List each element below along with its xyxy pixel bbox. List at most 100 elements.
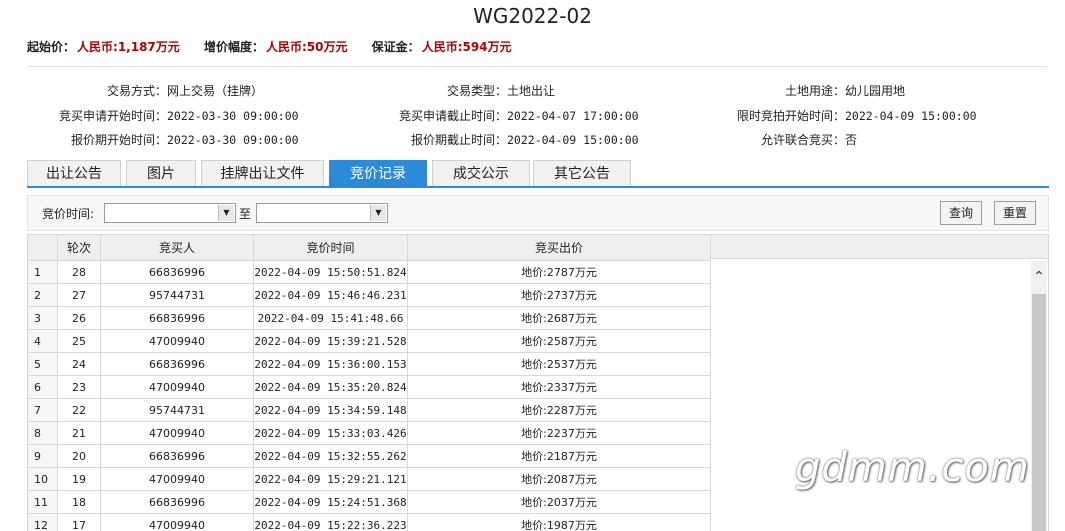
time-cell: 2022-04-09 15:33:03.426 [254,422,408,445]
time-cell: 2022-04-09 15:36:00.153 [254,353,408,376]
info-key: 竞买申请截止时间： [367,107,507,124]
price-cell: 地价:2687万元 [408,307,711,330]
round-cell: 21 [58,422,101,445]
tab-announcement[interactable]: 出让公告 [27,160,121,187]
info-key: 报价期截止时间： [367,131,507,148]
tab-bid-records[interactable]: 竞价记录 [329,160,427,187]
info-item: 土地用途：幼儿园用地 [705,82,905,99]
header-filler [698,235,1048,259]
info-value: 2022-04-09 15:00:00 [845,109,977,123]
table-row: 524668369962022-04-09 15:36:00.153地价:253… [28,353,711,376]
watermark: gdmm.com [795,445,1030,491]
info-value: 2022-04-07 17:00:00 [507,109,639,123]
info-item: 交易方式：网上交易（挂牌） [27,82,263,99]
time-cell: 2022-04-09 15:41:48.66 [254,307,408,330]
table-row: 920668369962022-04-09 15:32:55.262地价:218… [28,445,711,468]
row-index: 10 [28,468,58,491]
table-row: 623470099402022-04-09 15:35:20.824地价:233… [28,376,711,399]
increment-label: 增价幅度： [204,40,264,54]
info-value: 土地出让 [507,84,555,98]
table-row: 128668369962022-04-09 15:50:51.824地价:278… [28,261,711,284]
bidder-cell: 66836996 [101,353,254,376]
price-cell: 地价:2287万元 [408,399,711,422]
row-index: 2 [28,284,58,307]
deposit-value: 人民币:594万元 [422,40,512,54]
info-value: 2022-04-09 15:00:00 [507,133,639,147]
info-key: 土地用途： [705,82,845,99]
tab-images[interactable]: 图片 [126,160,196,187]
time-cell: 2022-04-09 15:24:51.368 [254,491,408,514]
chevron-down-icon[interactable]: ▼ [218,205,234,221]
table-row: 821470099402022-04-09 15:33:03.426地价:223… [28,422,711,445]
price-cell: 地价:2587万元 [408,330,711,353]
price-bar: 起始价：人民币:1,187万元 增价幅度：人民币:50万元 保证金：人民币:59… [27,38,532,55]
info-item: 报价期截止时间：2022-04-09 15:00:00 [367,131,639,148]
tab-listing-files[interactable]: 挂牌出让文件 [201,160,324,187]
bidder-cell: 47009940 [101,422,254,445]
row-index: 8 [28,422,58,445]
round-cell: 25 [58,330,101,353]
info-key: 限时竞拍开始时间： [705,107,845,124]
price-cell: 地价:2787万元 [408,261,711,284]
tab-deal-notice[interactable]: 成交公示 [432,160,530,187]
table-row: 425470099402022-04-09 15:39:21.528地价:258… [28,330,711,353]
reset-button[interactable]: 重置 [994,201,1036,225]
row-index: 9 [28,445,58,468]
page-title: WG2022-02 [0,4,1065,28]
end-time-select[interactable]: ▼ [256,203,388,223]
info-key: 竞买申请开始时间： [27,107,167,124]
round-cell: 26 [58,307,101,330]
start-time-select[interactable]: ▼ [104,203,236,223]
info-key: 交易方式： [27,82,167,99]
price-cell: 地价:2037万元 [408,491,711,514]
col-index-header [28,235,58,261]
row-index: 4 [28,330,58,353]
col-round-header: 轮次 [58,235,101,261]
time-cell: 2022-04-09 15:50:51.824 [254,261,408,284]
table-row: 722957447312022-04-09 15:34:59.148地价:228… [28,399,711,422]
increment-value: 人民币:50万元 [266,40,348,54]
price-cell: 地价:2337万元 [408,376,711,399]
to-label: 至 [239,205,251,222]
round-cell: 20 [58,445,101,468]
price-cell: 地价:1987万元 [408,514,711,531]
col-time-header: 竞价时间 [254,235,408,261]
info-key: 报价期开始时间： [27,131,167,148]
info-value: 否 [845,133,857,147]
info-value: 2022-03-30 09:00:00 [167,133,299,147]
price-cell: 地价:2087万元 [408,468,711,491]
info-item: 竞买申请开始时间：2022-03-30 09:00:00 [27,107,299,124]
bidder-cell: 47009940 [101,330,254,353]
vertical-scrollbar[interactable]: ⌃ [1031,261,1047,531]
table-row: 1217470099402022-04-09 15:22:36.223地价:19… [28,514,711,531]
row-index: 5 [28,353,58,376]
round-cell: 22 [58,399,101,422]
price-cell: 地价:2537万元 [408,353,711,376]
chevron-up-icon[interactable]: ⌃ [1031,269,1047,285]
start-price-label: 起始价： [27,40,75,54]
bidder-cell: 95744731 [101,284,254,307]
price-cell: 地价:2237万元 [408,422,711,445]
scrollbar-thumb[interactable] [1032,294,1046,531]
col-bidder-header: 竞买人 [101,235,254,261]
price-cell: 地价:2187万元 [408,445,711,468]
row-index: 6 [28,376,58,399]
info-key: 交易类型： [367,82,507,99]
row-index: 3 [28,307,58,330]
start-price-value: 人民币:1,187万元 [77,40,180,54]
bidder-cell: 47009940 [101,376,254,399]
query-button[interactable]: 查询 [940,201,982,225]
table-row: 326668369962022-04-09 15:41:48.66地价:2687… [28,307,711,330]
bid-time-label: 竞价时间: [42,205,94,222]
table-row: 1019470099402022-04-09 15:29:21.121地价:20… [28,468,711,491]
row-index: 12 [28,514,58,531]
chevron-down-icon[interactable]: ▼ [370,205,386,221]
bidder-cell: 66836996 [101,261,254,284]
bidder-cell: 47009940 [101,514,254,531]
tab-other-notices[interactable]: 其它公告 [533,160,631,187]
tab-underline [27,186,1049,188]
round-cell: 18 [58,491,101,514]
row-index: 11 [28,491,58,514]
info-item: 交易类型：土地出让 [367,82,555,99]
price-cell: 地价:2737万元 [408,284,711,307]
